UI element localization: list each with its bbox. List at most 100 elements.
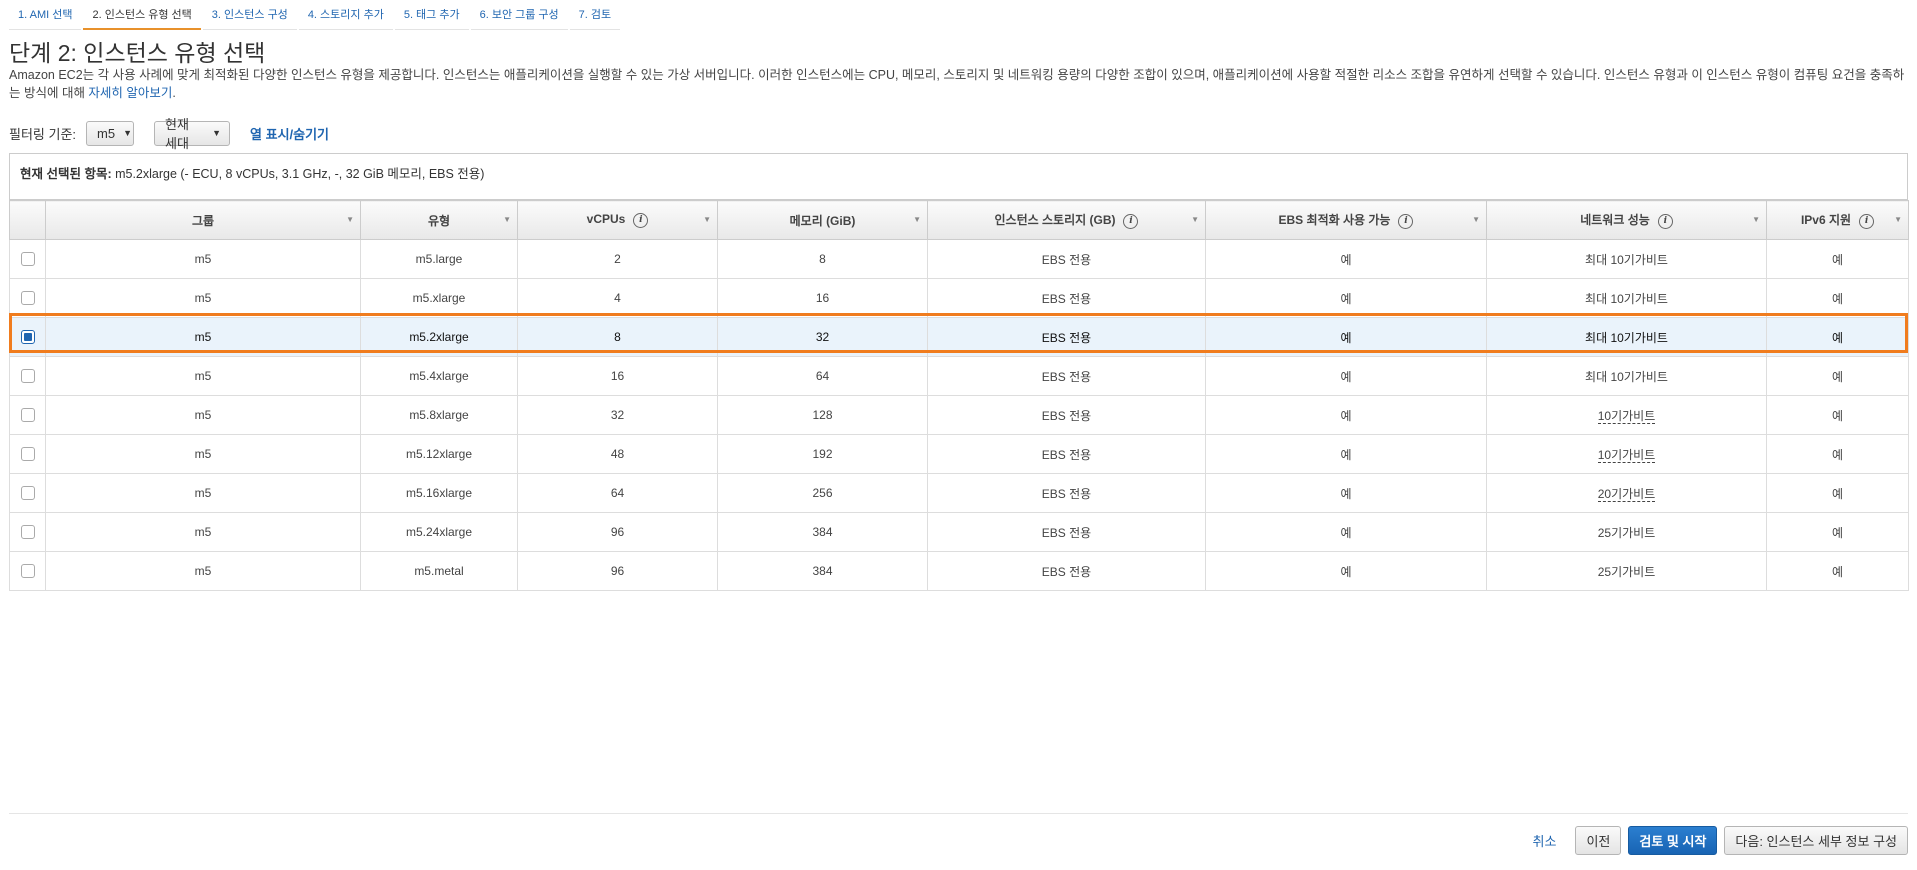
cell-storage-value: EBS 전용 <box>1041 369 1092 384</box>
cell-group-value: m5 <box>194 291 212 305</box>
header-ipv6[interactable]: IPv6 지원 i ▼ <box>1766 200 1909 240</box>
tab-instance-type[interactable]: 2. 인스턴스 유형 선택 <box>83 0 201 30</box>
cell-network: 최대 10기가비트 <box>1486 278 1767 318</box>
header-vcpus[interactable]: vCPUs i ▼ <box>517 200 718 240</box>
table-row[interactable]: m5 m5.4xlarge 16 64 EBS 전용 예 최대 10기가비트 예 <box>9 356 1909 396</box>
cell-memory-value: 64 <box>815 369 830 383</box>
header-memory[interactable]: 메모리 (GiB) ▼ <box>717 200 928 240</box>
header-ebs[interactable]: EBS 최적화 사용 가능 i ▼ <box>1205 200 1487 240</box>
cell-network-value: 10기가비트 <box>1597 447 1656 463</box>
table-row[interactable]: m5 m5.large 2 8 EBS 전용 예 최대 10기가비트 예 <box>9 239 1909 279</box>
header-type[interactable]: 유형 ▼ <box>360 200 518 240</box>
instance-type-table: 그룹 ▼ 유형 ▼ vCPUs i ▼ 메모리 (GiB) ▼ 인스턴스 스토리지 (GB… <box>9 200 1909 591</box>
cell-type: m5.12xlarge <box>360 434 518 474</box>
review-and-launch-button[interactable]: 검토 및 시작 <box>1628 825 1718 855</box>
cell-ebs: 예 <box>1205 473 1487 513</box>
generation-filter-select[interactable]: 현재 세대 ▼ <box>154 117 231 151</box>
sort-icon[interactable]: ▼ <box>1752 215 1760 224</box>
cell-type: m5.4xlarge <box>360 356 518 396</box>
row-select-cell[interactable] <box>9 473 46 513</box>
cell-vcpus: 96 <box>517 512 718 552</box>
cell-type-value: m5.24xlarge <box>405 525 473 539</box>
row-checkbox[interactable] <box>20 330 35 345</box>
cell-group-value: m5 <box>194 525 212 539</box>
tab-ami[interactable]: 1. AMI 선택 <box>9 0 82 30</box>
cell-vcpus: 4 <box>517 278 718 318</box>
info-icon[interactable]: i <box>1859 213 1875 229</box>
info-icon[interactable]: i <box>1398 213 1414 229</box>
cell-vcpus-value: 2 <box>614 252 621 266</box>
cell-vcpus: 16 <box>517 356 718 396</box>
cell-vcpus-value: 32 <box>610 408 625 422</box>
previous-button[interactable]: 이전 <box>1575 825 1622 855</box>
cell-group-value: m5 <box>194 252 212 266</box>
row-checkbox[interactable] <box>20 525 35 540</box>
row-checkbox[interactable] <box>20 486 35 501</box>
header-network[interactable]: 네트워크 성능 i ▼ <box>1486 200 1767 240</box>
row-checkbox[interactable] <box>20 408 35 423</box>
table-row[interactable]: m5 m5.16xlarge 64 256 EBS 전용 예 20기가비트 예 <box>9 473 1909 513</box>
sort-icon[interactable]: ▼ <box>913 215 921 224</box>
cell-group: m5 <box>45 239 361 279</box>
table-row[interactable]: m5 m5.8xlarge 32 128 EBS 전용 예 10기가비트 예 <box>9 395 1909 435</box>
cell-storage: EBS 전용 <box>927 434 1206 474</box>
row-select-cell[interactable] <box>9 395 46 435</box>
cell-memory: 32 <box>717 317 928 357</box>
row-select-cell[interactable] <box>9 317 46 357</box>
info-icon[interactable]: i <box>633 212 649 228</box>
cell-memory: 64 <box>717 356 928 396</box>
tab-security-group[interactable]: 6. 보안 그룹 구성 <box>470 0 568 30</box>
cell-group: m5 <box>45 434 361 474</box>
footer-actions: 취소 이전 검토 및 시작 다음: 인스턴스 세부 정보 구성 <box>1533 825 1908 855</box>
table-row[interactable]: m5 m5.metal 96 384 EBS 전용 예 25기가비트 예 <box>9 551 1909 591</box>
cell-ebs-value: 예 <box>1340 447 1352 462</box>
tab-add-tags[interactable]: 5. 태그 추가 <box>394 0 469 30</box>
cell-ebs-value: 예 <box>1340 564 1352 579</box>
toggle-columns-link[interactable]: 열 표시/숨기기 <box>250 124 329 143</box>
row-select-cell[interactable] <box>9 239 46 279</box>
row-checkbox[interactable] <box>20 291 35 306</box>
cell-ipv6: 예 <box>1766 317 1909 357</box>
cell-storage: EBS 전용 <box>927 395 1206 435</box>
sort-icon[interactable]: ▼ <box>503 215 511 224</box>
cell-memory-value: 8 <box>819 252 826 266</box>
row-checkbox[interactable] <box>20 369 35 384</box>
cell-memory-value: 128 <box>812 408 833 422</box>
sort-icon[interactable]: ▼ <box>703 215 711 224</box>
row-select-cell[interactable] <box>9 434 46 474</box>
header-storage[interactable]: 인스턴스 스토리지 (GB) i ▼ <box>927 200 1206 240</box>
row-select-cell[interactable] <box>9 278 46 318</box>
sort-icon[interactable]: ▼ <box>346 215 354 224</box>
cell-memory: 384 <box>717 551 928 591</box>
tab-add-storage[interactable]: 4. 스토리지 추가 <box>298 0 393 30</box>
cell-network-value: 최대 10기가비트 <box>1585 330 1668 345</box>
table-row[interactable]: m5 m5.24xlarge 96 384 EBS 전용 예 25기가비트 예 <box>9 512 1909 552</box>
family-filter-select[interactable]: m5 ▼ <box>86 120 135 146</box>
tab-configure-instance[interactable]: 3. 인스턴스 구성 <box>202 0 297 30</box>
table-row[interactable]: m5 m5.xlarge 4 16 EBS 전용 예 최대 10기가비트 예 <box>9 278 1909 318</box>
row-checkbox[interactable] <box>20 564 35 579</box>
cancel-link[interactable]: 취소 <box>1533 831 1557 850</box>
tab-review[interactable]: 7. 검토 <box>569 0 621 30</box>
info-icon[interactable]: i <box>1123 213 1139 229</box>
sort-icon[interactable]: ▼ <box>1191 215 1199 224</box>
table-row[interactable]: m5 m5.12xlarge 48 192 EBS 전용 예 10기가비트 예 <box>9 434 1909 474</box>
info-icon[interactable]: i <box>1657 213 1673 229</box>
cell-vcpus: 8 <box>517 317 718 357</box>
learn-more-link[interactable]: 자세히 알아보기 <box>88 86 172 100</box>
next-configure-button[interactable]: 다음: 인스턴스 세부 정보 구성 <box>1724 825 1908 855</box>
row-select-cell[interactable] <box>9 512 46 552</box>
cell-type-value: m5.4xlarge <box>409 369 469 383</box>
sort-icon[interactable]: ▼ <box>1472 215 1480 224</box>
cell-ebs-value: 예 <box>1340 369 1352 384</box>
cell-memory-value: 384 <box>812 525 833 539</box>
sort-icon[interactable]: ▼ <box>1894 215 1902 224</box>
row-select-cell[interactable] <box>9 356 46 396</box>
table-row[interactable]: m5 m5.2xlarge 8 32 EBS 전용 예 최대 10기가비트 예 <box>9 317 1909 357</box>
header-group[interactable]: 그룹 ▼ <box>45 200 361 240</box>
row-checkbox[interactable] <box>20 447 35 462</box>
cell-group-value: m5 <box>194 408 212 422</box>
cell-type-value: m5.2xlarge <box>409 330 469 344</box>
row-checkbox[interactable] <box>20 252 35 267</box>
row-select-cell[interactable] <box>9 551 46 591</box>
